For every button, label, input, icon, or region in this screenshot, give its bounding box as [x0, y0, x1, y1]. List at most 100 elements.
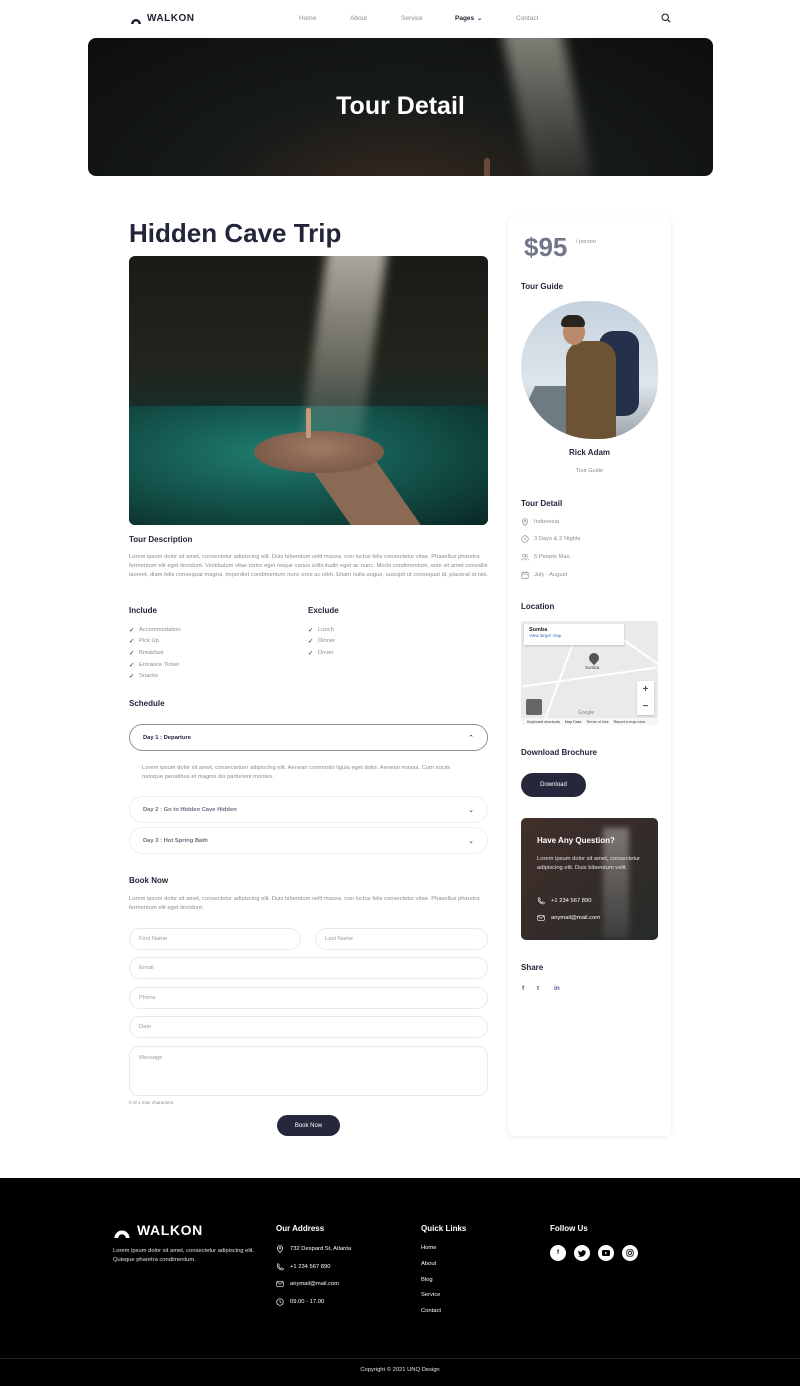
zoom-out-button[interactable]: − [637, 698, 654, 715]
nav-contact[interactable]: Contact [516, 15, 538, 22]
location-pin-icon [522, 518, 528, 526]
map-footer-link[interactable]: Terms of Use [586, 720, 608, 724]
footer-divider [0, 1358, 800, 1359]
last-name-field[interactable]: Last Name [315, 928, 488, 950]
schedule-day-label: Day 2 : Go to Hidden Cave Hidden [143, 806, 237, 813]
include-item: ✓ Snacks [129, 670, 181, 682]
twitter-glyph [578, 1249, 586, 1257]
footer-link-blog[interactable]: Blog [421, 1277, 433, 1283]
brand-logo[interactable]: WALKON [130, 13, 194, 24]
exclude-item: ✓ Driver [308, 647, 335, 659]
footer-brand-name: WALKON [137, 1222, 203, 1238]
question-phone-text: +1 234 567 890 [551, 898, 592, 904]
question-card: Have Any Question? Lorem ipsum dolor sit… [521, 818, 658, 940]
guide-photo-body [566, 341, 616, 439]
guide-heading: Tour Guide [521, 282, 564, 291]
question-text: Lorem ipsum dolor sit amet, consectetur … [537, 856, 641, 871]
first-name-field[interactable]: First Name [129, 928, 301, 950]
location-pin-icon [277, 1245, 283, 1253]
schedule-day-2-toggle[interactable]: Day 2 : Go to Hidden Cave Hidden ⌄ [129, 796, 488, 823]
detail-season: July - August [521, 571, 567, 579]
exclude-item: ✓ Lunch [308, 624, 335, 636]
question-email-text: anymail@mail.com [551, 915, 601, 921]
footer-follow-heading: Follow Us [550, 1224, 588, 1233]
check-icon: ✓ [129, 626, 135, 634]
download-button[interactable]: Download [521, 773, 586, 797]
search-icon[interactable] [661, 13, 671, 23]
chevron-down-icon: ⌄ [468, 837, 474, 845]
twitter-icon[interactable]: t [537, 985, 539, 992]
clock-icon [276, 1298, 284, 1306]
map-pin-icon[interactable] [586, 650, 602, 666]
footer-address-row: 732 Despard St, Atlanta [276, 1245, 351, 1253]
nav-pages-label: Pages [455, 15, 475, 22]
schedule-day-3-toggle[interactable]: Day 3 : Hot Spring Bath ⌄ [129, 827, 488, 854]
check-icon: ✓ [308, 649, 314, 657]
phone-icon [276, 1263, 284, 1271]
detail-text: 5 People Max. [534, 554, 572, 560]
exclude-item-label: Lunch [318, 626, 334, 633]
exclude-heading: Exclude [308, 606, 339, 615]
linkedin-icon[interactable]: in [554, 985, 560, 992]
guide-role: Tour Guide [576, 468, 603, 474]
question-phone[interactable]: +1 234 567 890 [537, 897, 591, 905]
chevron-up-icon: ⌃ [468, 734, 474, 742]
include-item-label: Pick Up [139, 638, 159, 645]
exclude-list: ✓ Lunch ✓ Dinner ✓ Driver [308, 624, 335, 659]
footer-email-row[interactable]: anymail@mail.com [276, 1280, 339, 1288]
zoom-in-button[interactable]: + [637, 681, 654, 698]
footer-link-contact[interactable]: Contact [421, 1308, 441, 1314]
footer-link-service[interactable]: Service [421, 1292, 440, 1298]
description-text: Lorem ipsum dolor sit amet, consectetur … [129, 554, 488, 579]
nav-pages[interactable]: Pages ⌄ [455, 15, 482, 22]
schedule-day-1-toggle[interactable]: Day 1 : Departure ⌃ [129, 724, 488, 751]
check-icon: ✓ [129, 661, 135, 669]
nav-about[interactable]: About [350, 15, 367, 22]
map-footer-link[interactable]: Keyboard shortcuts [527, 720, 560, 724]
hero-banner: Tour Detail [88, 38, 713, 176]
footer-link-home[interactable]: Home [421, 1245, 436, 1251]
book-now-button[interactable]: Book Now [277, 1115, 340, 1136]
map-footer-link[interactable]: Map Data [565, 720, 581, 724]
copyright-text: Copyright © 2021 UNQ Design [360, 1367, 440, 1373]
map-footer-link[interactable]: Report a map error [614, 720, 646, 724]
facebook-icon[interactable]: f [550, 1245, 566, 1261]
check-icon: ✓ [129, 638, 135, 646]
footer-phone-text: +1 234 567 890 [290, 1264, 331, 1270]
question-email[interactable]: anymail@mail.com [537, 914, 600, 922]
check-icon: ✓ [308, 626, 314, 634]
email-field[interactable]: Email [129, 957, 488, 979]
twitter-icon[interactable] [574, 1245, 590, 1261]
date-field[interactable]: Date [129, 1016, 488, 1038]
footer-link-about[interactable]: About [421, 1261, 436, 1267]
message-field[interactable]: Message [129, 1046, 488, 1096]
brochure-heading: Download Brochure [521, 748, 598, 757]
facebook-icon[interactable]: f [522, 985, 524, 992]
youtube-icon[interactable] [598, 1245, 614, 1261]
book-now-heading: Book Now [129, 876, 169, 885]
google-logo: Google [578, 710, 595, 716]
brand-name: WALKON [147, 13, 195, 24]
nav-home[interactable]: Home [299, 15, 316, 22]
include-item: ✓ Accommodation [129, 624, 181, 636]
detail-text: July - August [534, 572, 568, 578]
nav-service[interactable]: Service [401, 15, 423, 22]
footer-hours-text: 09.00 - 17.00 [290, 1299, 325, 1305]
instagram-glyph [626, 1249, 634, 1257]
detail-duration: 3 Days & 2 Nights [521, 535, 580, 543]
logo-mark-icon [131, 18, 141, 24]
site-footer [0, 1178, 800, 1386]
map-satellite-toggle[interactable] [526, 699, 542, 715]
footer-links-heading: Quick Links [421, 1224, 467, 1233]
footer-email-text: anymail@mail.com [290, 1281, 340, 1287]
include-item-label: Snacks [139, 673, 159, 680]
check-icon: ✓ [308, 638, 314, 646]
footer-phone-row[interactable]: +1 234 567 890 [276, 1263, 330, 1271]
footer-address-heading: Our Address [276, 1224, 325, 1233]
include-heading: Include [129, 606, 158, 615]
location-map[interactable]: Sumba View larger map Sumba + − Google K… [521, 621, 658, 725]
footer-logo[interactable]: WALKON [113, 1222, 203, 1238]
view-larger-map-link[interactable]: View larger map [529, 633, 619, 638]
instagram-icon[interactable] [622, 1245, 638, 1261]
phone-field[interactable]: Phone [129, 987, 488, 1009]
